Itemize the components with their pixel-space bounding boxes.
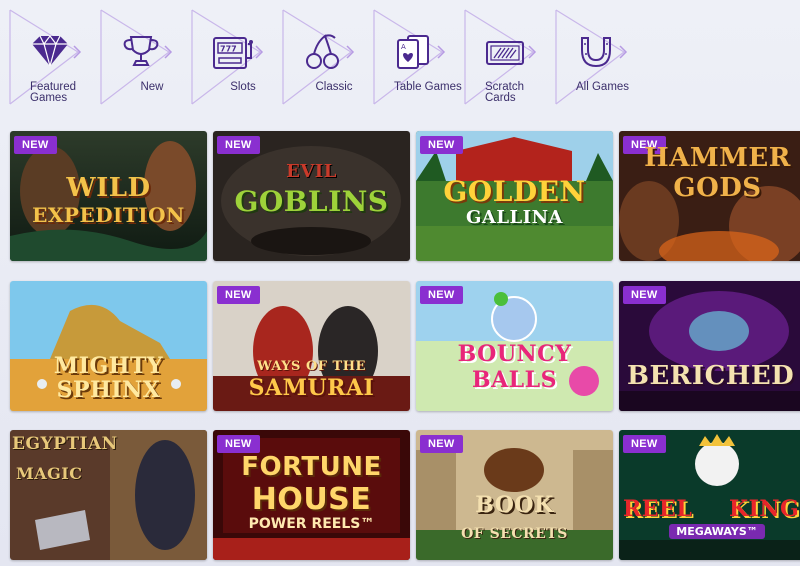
game-tile-book-of-secrets[interactable]: NEW BOOK OF SECRETS <box>416 430 613 560</box>
category-label: Featured Games <box>30 81 77 104</box>
game-tile-mighty-sphinx[interactable]: MIGHTY SPHINX <box>10 281 207 411</box>
game-tile-golden-gallina[interactable]: NEW GOLDEN GALLINA <box>416 131 613 261</box>
category-label: New <box>140 81 164 93</box>
game-title-line2: MAGIC <box>16 464 83 483</box>
game-title-line1: WILD <box>66 173 151 203</box>
game-title-line2: GODS <box>673 173 762 203</box>
new-badge: NEW <box>623 286 666 304</box>
category-all-games[interactable]: All Games <box>554 8 644 108</box>
game-subtitle: POWER REELS™ <box>248 516 375 532</box>
new-badge: NEW <box>623 435 666 453</box>
game-title-line1: MIGHTY <box>53 353 164 379</box>
game-title-line2: OF SECRETS <box>461 526 568 542</box>
game-title-line1: GOLDEN <box>443 175 586 208</box>
game-lobby: Featured Games New 777 Slots Classic A T… <box>0 0 800 566</box>
game-tile-reel-king[interactable]: NEW REEL KING MEGAWAYS™ <box>619 430 800 560</box>
game-title-line1: EVIL <box>286 161 337 182</box>
new-badge: NEW <box>14 136 57 154</box>
game-title-line2: EXPEDITION <box>32 203 185 227</box>
svg-text:777: 777 <box>220 45 237 54</box>
category-classic[interactable]: Classic <box>281 8 371 108</box>
slot-machine-icon: 777 <box>213 37 253 69</box>
new-badge: NEW <box>420 435 463 453</box>
game-tile-fortune-house[interactable]: NEW FORTUNE HOUSE POWER REELS™ <box>213 430 410 560</box>
game-title-line2: SAMURAI <box>248 375 375 401</box>
game-tile-ways-of-the-samurai[interactable]: NEW WAYS OF THE SAMURAI <box>213 281 410 411</box>
game-title-line1: REEL <box>623 496 693 522</box>
scratch-card-icon <box>486 41 524 65</box>
game-title-line2: BALLS <box>472 367 557 393</box>
category-label: Scratch Cards <box>485 81 524 104</box>
cherries-icon <box>306 34 339 69</box>
game-tile-hammer-gods[interactable]: NEW HAMMER GODS <box>619 131 800 261</box>
game-title-line2: KING <box>729 496 800 522</box>
category-scratch-cards[interactable]: Scratch Cards <box>463 8 553 108</box>
game-title-line2: GOBLINS <box>234 185 389 218</box>
game-tile-beriched[interactable]: NEW BERICHED <box>619 281 800 411</box>
game-title-line1: BOUNCY <box>457 341 572 367</box>
game-tile-bouncy-balls[interactable]: NEW BOUNCY BALLS <box>416 281 613 411</box>
new-badge: NEW <box>420 136 463 154</box>
game-tile-egyptian-magic[interactable]: EGYPTIAN MAGIC <box>10 430 207 560</box>
game-title-line1: EGYPTIAN <box>12 434 118 454</box>
game-subtitle: MEGAWAYS™ <box>669 524 765 539</box>
game-title-line2: SPHINX <box>56 377 161 403</box>
game-tile-wild-expedition[interactable]: NEW WILD EXPEDITION <box>10 131 207 261</box>
game-title-line2: GALLINA <box>466 207 563 228</box>
svg-text:A: A <box>401 43 406 51</box>
category-label: Classic <box>315 81 353 93</box>
playing-cards-icon: A <box>397 35 429 69</box>
category-featured-games[interactable]: Featured Games <box>8 8 98 108</box>
new-badge: NEW <box>217 136 260 154</box>
game-title-line2: HOUSE <box>251 482 372 517</box>
diamond-icon <box>32 35 68 67</box>
game-title-line1: BERICHED <box>627 361 795 391</box>
horseshoe-icon <box>581 37 611 68</box>
game-title-line1: BOOK <box>475 492 554 518</box>
category-nav: Featured Games New 777 Slots Classic A T… <box>0 0 800 112</box>
category-label: Slots <box>230 81 256 93</box>
category-new[interactable]: New <box>99 8 189 108</box>
trophy-icon <box>123 36 159 66</box>
new-badge: NEW <box>217 286 260 304</box>
category-slots[interactable]: 777 Slots <box>190 8 280 108</box>
game-title-line1: HAMMER <box>644 143 791 173</box>
game-title-line1: FORTUNE <box>241 452 382 482</box>
new-badge: NEW <box>217 435 260 453</box>
category-label: Table Games <box>394 81 462 93</box>
category-label: All Games <box>576 81 630 93</box>
category-table-games[interactable]: A Table Games <box>372 8 462 108</box>
new-badge: NEW <box>420 286 463 304</box>
game-tile-evil-goblins[interactable]: NEW EVIL GOBLINS <box>213 131 410 261</box>
game-title-line1: WAYS OF THE <box>257 359 366 374</box>
